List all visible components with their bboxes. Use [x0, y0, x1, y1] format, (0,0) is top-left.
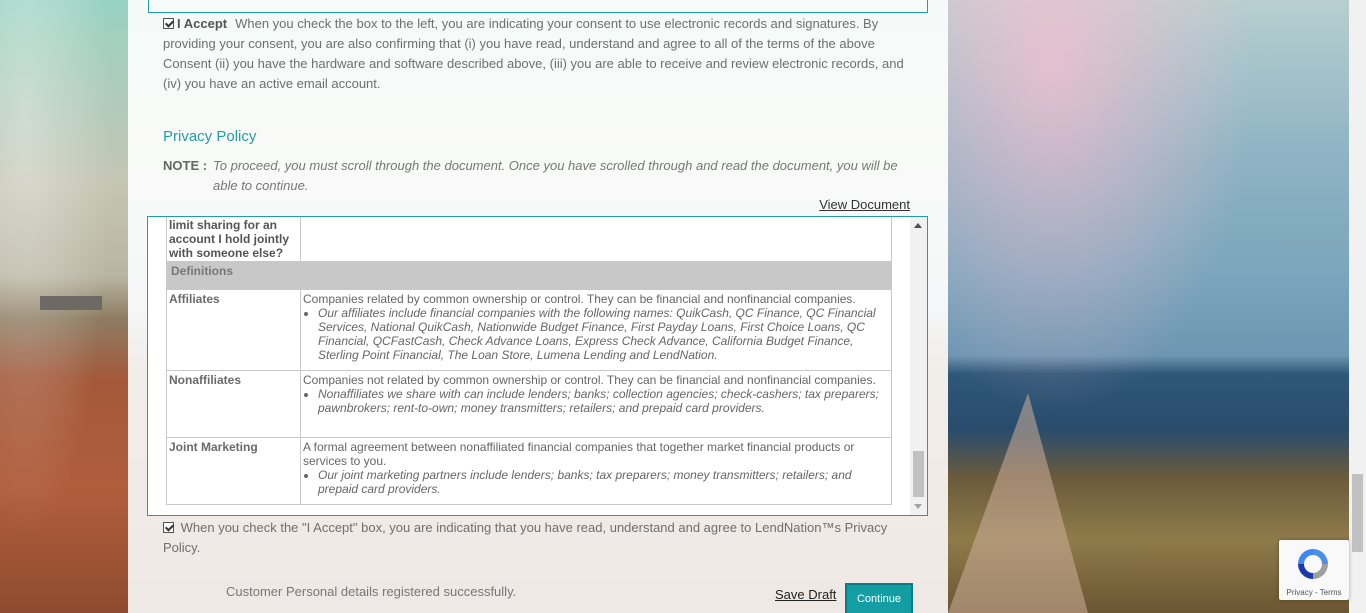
document-scrollbar[interactable]	[910, 217, 927, 515]
table-row: Nonaffiliates Companies not related by c…	[166, 370, 892, 438]
recaptcha-badge[interactable]: Privacy - Terms	[1279, 540, 1349, 600]
page-scrollbar[interactable]	[1349, 0, 1366, 613]
continue-button[interactable]: Continue	[845, 583, 913, 613]
privacy-document-viewer[interactable]: limit sharing for an account I hold join…	[147, 216, 928, 516]
term-cell: Joint Marketing	[166, 437, 301, 505]
background-road	[948, 393, 1088, 613]
background-building	[40, 296, 102, 310]
question-cell: limit sharing for an account I hold join…	[166, 217, 301, 262]
definition-text: Companies related by common ownership or…	[303, 292, 856, 306]
privacy-accept-section: When you check the "I Accept" box, you a…	[163, 518, 908, 558]
answer-cell	[300, 217, 892, 262]
definitions-table: limit sharing for an account I hold join…	[166, 217, 892, 505]
term-cell: Nonaffiliates	[166, 370, 301, 438]
privacy-note: NOTE : To proceed, you must scroll throu…	[163, 156, 913, 196]
definition-text: Companies not related by common ownershi…	[303, 373, 876, 387]
privacy-policy-title: Privacy Policy	[163, 128, 257, 145]
scroll-down-arrow-icon[interactable]	[914, 504, 922, 509]
note-text: To proceed, you must scroll through the …	[213, 158, 898, 193]
page-scroll-thumb[interactable]	[1352, 474, 1363, 552]
table-row: Joint Marketing A formal agreement betwe…	[166, 437, 892, 505]
main-panel: I Accept When you check the box to the le…	[128, 0, 948, 613]
background-left	[0, 0, 128, 613]
recaptcha-icon	[1298, 549, 1328, 579]
definitions-heading: Definitions	[166, 261, 892, 290]
privacy-accept-text: When you check the "I Accept" box, you a…	[163, 520, 888, 555]
document-scroll-thumb[interactable]	[913, 451, 924, 497]
definition-cell: Companies related by common ownership or…	[300, 289, 892, 371]
table-row: Affiliates Companies related by common o…	[166, 289, 892, 371]
scroll-up-arrow-icon[interactable]	[914, 223, 922, 228]
definition-bullet: Our affiliates include financial compani…	[318, 306, 889, 362]
econsent-text: When you check the box to the left, you …	[163, 16, 904, 91]
status-message: Customer Personal details registered suc…	[226, 584, 517, 599]
econsent-accept-label: I Accept	[177, 16, 228, 31]
privacy-accept-checkbox[interactable]	[163, 522, 174, 533]
definition-cell: A formal agreement between nonaffiliated…	[300, 437, 892, 505]
econsent-section: I Accept When you check the box to the le…	[163, 14, 908, 94]
view-document-link[interactable]: View Document	[819, 197, 910, 212]
background-right	[948, 0, 1366, 613]
definition-text: A formal agreement between nonaffiliated…	[303, 440, 855, 468]
definition-cell: Companies not related by common ownershi…	[300, 370, 892, 438]
recaptcha-links[interactable]: Privacy - Terms	[1279, 588, 1349, 597]
consent-document-frame-bottom	[148, 0, 928, 13]
definition-bullet: Our joint marketing partners include len…	[318, 468, 889, 496]
econsent-checkbox[interactable]	[163, 18, 174, 29]
save-draft-link[interactable]: Save Draft	[775, 587, 836, 602]
note-label: NOTE :	[163, 158, 208, 173]
definition-bullet: Nonaffiliates we share with can include …	[318, 387, 889, 415]
term-cell: Affiliates	[166, 289, 301, 371]
